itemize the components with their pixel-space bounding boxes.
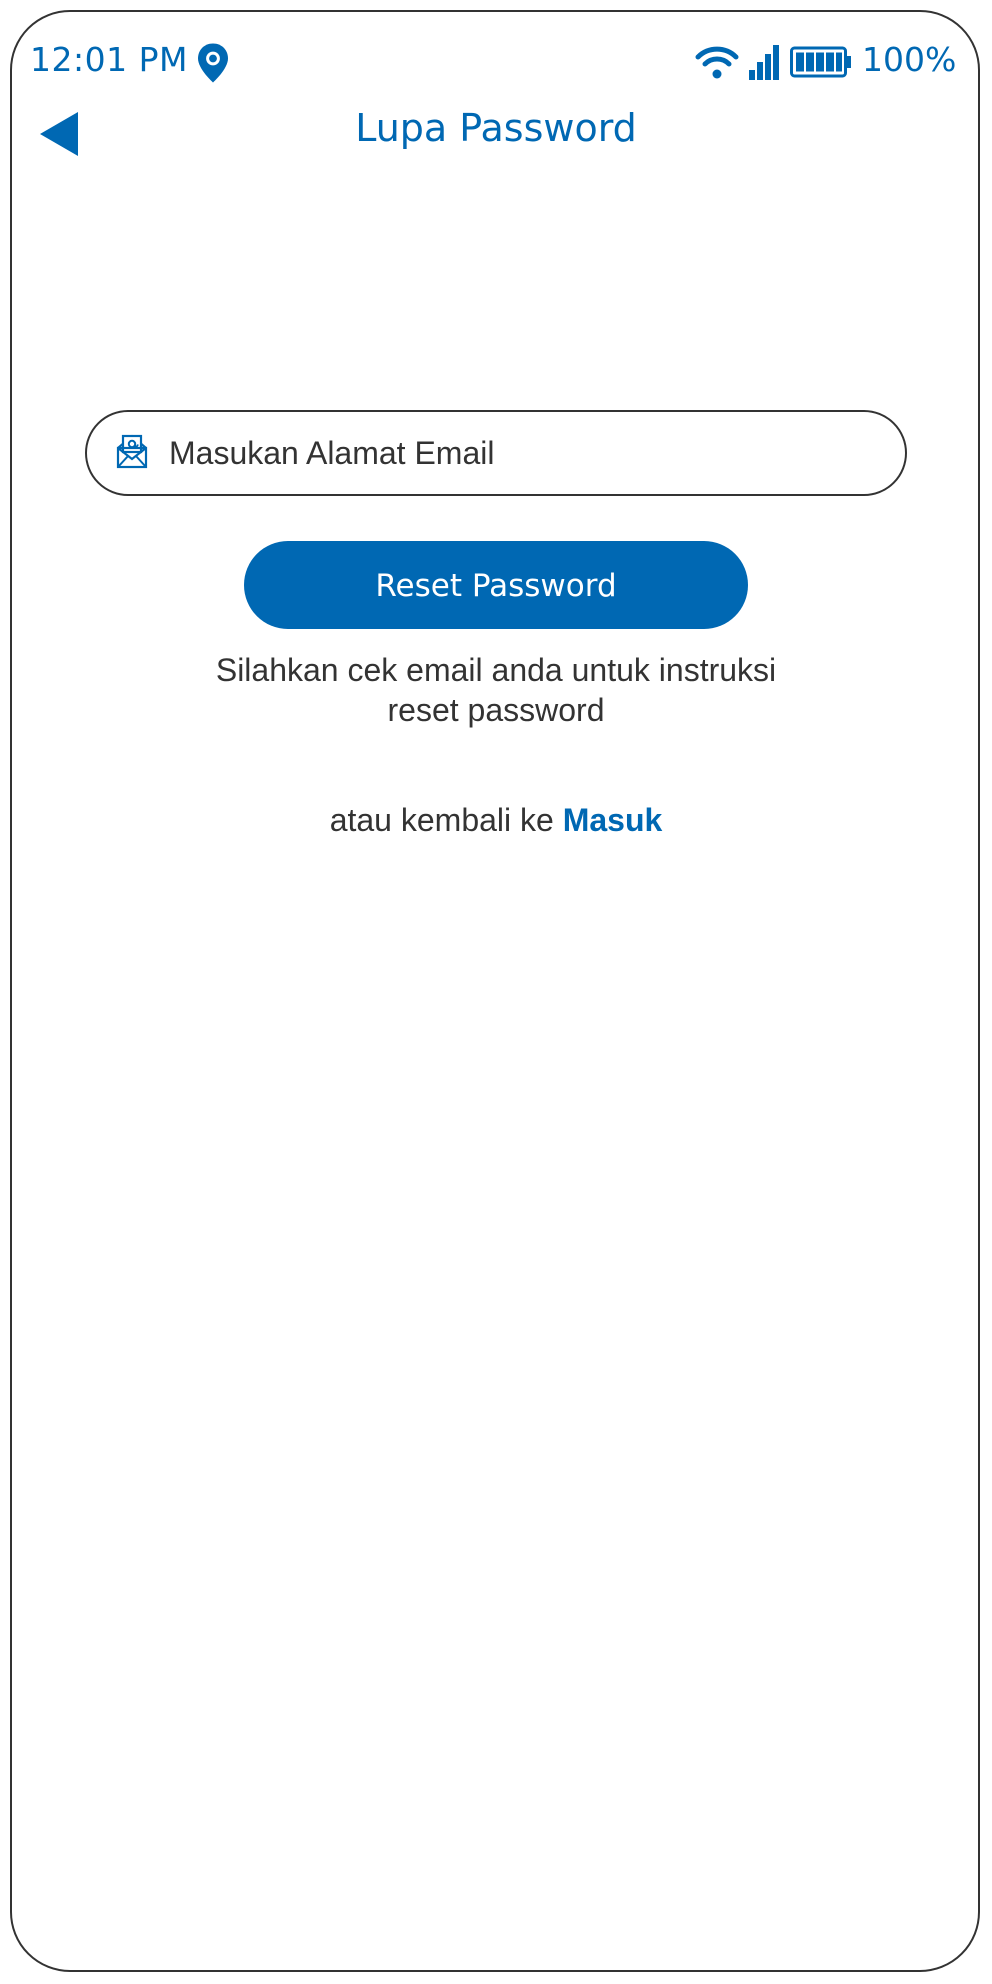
back-to-login: atau kembali ke Masuk (0, 802, 992, 839)
page-title: Lupa Password (355, 106, 637, 150)
reset-instructions-line1: Silahkan cek email anda untuk instruksi (215, 652, 777, 688)
email-input[interactable] (169, 424, 869, 482)
back-to-login-prefix: atau kembali ke (329, 802, 563, 838)
reset-instructions: Silahkan cek email anda untuk instruksi … (146, 650, 846, 730)
battery-icon (790, 46, 851, 78)
email-icon (116, 434, 148, 469)
signal-icon (749, 45, 779, 80)
battery-percent: 100% (862, 40, 957, 79)
location-icon (198, 43, 228, 83)
phone-frame (10, 10, 980, 1972)
email-field[interactable] (85, 410, 907, 496)
login-link[interactable]: Masuk (563, 802, 663, 838)
reset-instructions-line2: reset password (387, 692, 605, 728)
wifi-icon (695, 46, 739, 79)
reset-password-button[interactable]: Reset Password (244, 541, 748, 629)
status-time: 12:01 PM (30, 40, 188, 79)
